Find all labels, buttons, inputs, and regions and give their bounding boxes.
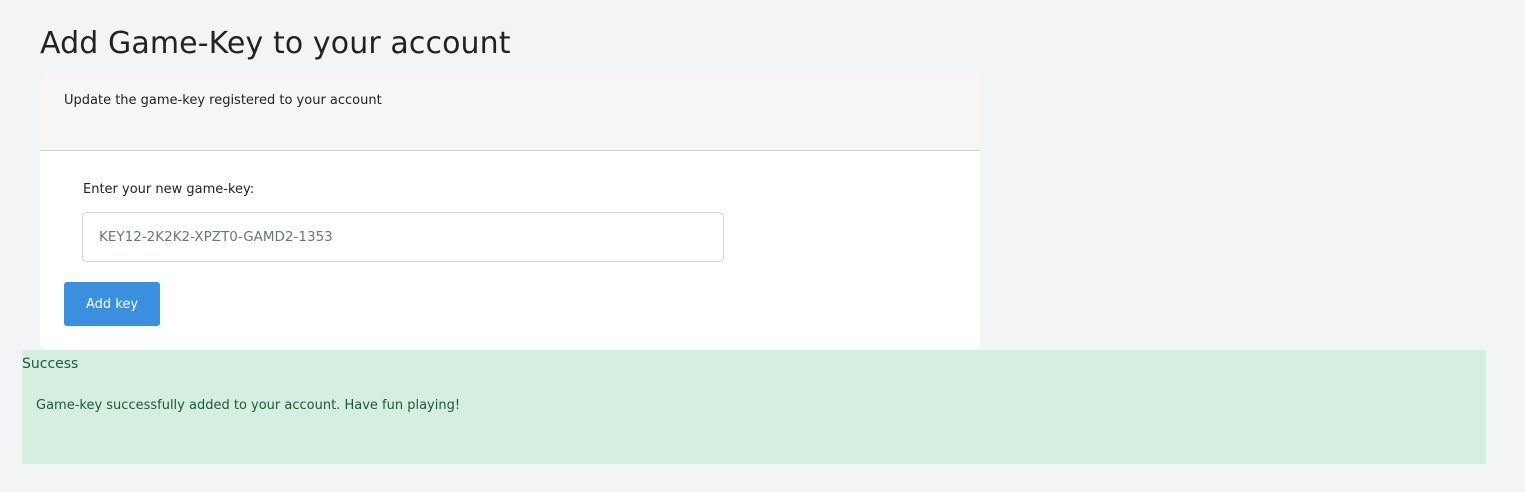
game-key-input[interactable] bbox=[82, 212, 724, 262]
alert-message: Game-key successfully added to your acco… bbox=[36, 398, 461, 413]
add-key-button[interactable]: Add key bbox=[64, 282, 160, 326]
card-header-text: Update the game-key registered to your a… bbox=[64, 93, 382, 108]
page-title: Add Game-Key to your account bbox=[40, 26, 511, 61]
card-header: Update the game-key registered to your a… bbox=[40, 73, 980, 151]
page: Add Game-Key to your account Update the … bbox=[0, 0, 1525, 492]
alert-title: Success bbox=[22, 356, 79, 372]
game-key-card: Update the game-key registered to your a… bbox=[40, 73, 980, 350]
game-key-label: Enter your new game-key: bbox=[83, 182, 255, 197]
success-alert: Success Game-key successfully added to y… bbox=[22, 350, 1486, 464]
